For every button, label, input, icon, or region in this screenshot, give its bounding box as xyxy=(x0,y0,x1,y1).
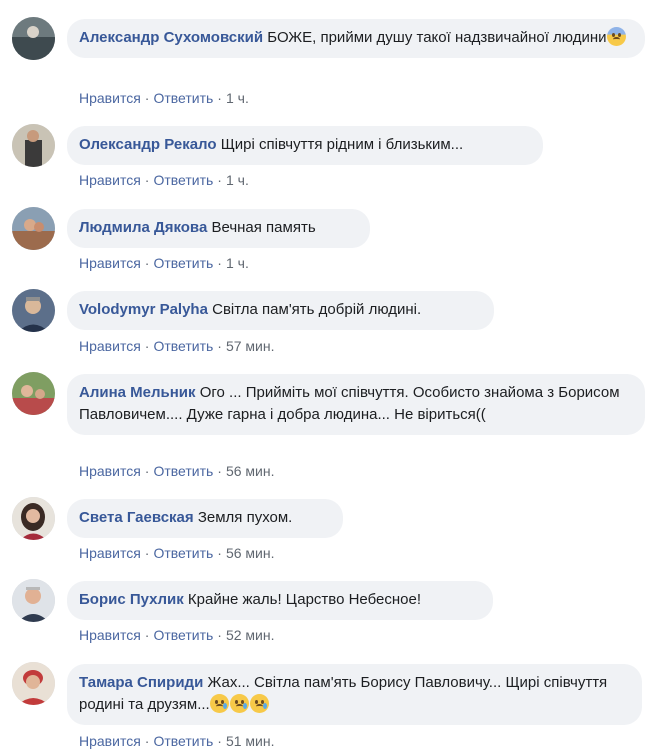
like-link[interactable]: Нравится xyxy=(79,463,141,479)
comment-author[interactable]: Людмила Дякова xyxy=(79,219,207,236)
comment-actions: Нравится · Ответить · 57 мин. xyxy=(79,338,275,354)
comment-actions: Нравится · Ответить · 52 мин. xyxy=(79,627,275,643)
comment-text: Світла пам'ять добрій людині. xyxy=(212,301,422,318)
like-link[interactable]: Нравится xyxy=(79,627,141,643)
comment-bubble: Людмила Дякова Вечная память xyxy=(67,209,370,248)
crying-face-emoji-icon xyxy=(249,694,269,713)
comment-time[interactable]: 1 ч. xyxy=(226,255,249,271)
reply-link[interactable]: Ответить xyxy=(153,90,213,106)
crying-face-emoji-icon xyxy=(209,694,229,713)
comment-actions: Нравится · Ответить · 1 ч. xyxy=(79,255,249,271)
comment-text: Вечная память xyxy=(211,219,316,236)
comment-text: Крайне жаль! Царство Небесное! xyxy=(187,591,421,608)
reply-link[interactable]: Ответить xyxy=(153,338,213,354)
like-link[interactable]: Нравится xyxy=(79,733,141,749)
comment-time[interactable]: 56 мин. xyxy=(226,545,275,561)
comment-time[interactable]: 51 мин. xyxy=(226,733,275,749)
previous-comment-actions-cut: · xyxy=(78,0,82,6)
avatar[interactable] xyxy=(12,662,55,705)
comment-bubble: Тамара Спириди Жах... Світла пам'ять Бор… xyxy=(67,664,642,725)
avatar[interactable] xyxy=(12,497,55,540)
reply-link[interactable]: Ответить xyxy=(153,627,213,643)
comment-author[interactable]: Борис Пухлик xyxy=(79,591,184,608)
comment-author[interactable]: Алина Мельник xyxy=(79,384,196,401)
comment-actions: Нравится · Ответить · 51 мин. xyxy=(79,733,275,749)
comment-actions: Нравится · Ответить · 56 мин. xyxy=(79,545,275,561)
comment-bubble: Борис Пухлик Крайне жаль! Царство Небесн… xyxy=(67,581,493,620)
reply-link[interactable]: Ответить xyxy=(153,733,213,749)
comment-author[interactable]: Александр Сухомовский xyxy=(79,29,263,46)
avatar[interactable] xyxy=(12,372,55,415)
comment-bubble: Света Гаевская Земля пухом. xyxy=(67,499,343,538)
reply-link[interactable]: Ответить xyxy=(153,463,213,479)
comment-text: БОЖЕ, прийми душу такої надзвичайної люд… xyxy=(267,29,607,46)
like-link[interactable]: Нравится xyxy=(79,172,141,188)
comment-time[interactable]: 57 мин. xyxy=(226,338,275,354)
avatar[interactable] xyxy=(12,124,55,167)
comment-author[interactable]: Тамара Спириди xyxy=(79,674,203,691)
comment-time[interactable]: 56 мин. xyxy=(226,463,275,479)
comment-bubble: Volodymyr Palyha Світла пам'ять добрій л… xyxy=(67,291,494,330)
crying-face-emoji-icon xyxy=(229,694,249,713)
comment-time[interactable]: 1 ч. xyxy=(226,172,249,188)
comment-time[interactable]: 52 мин. xyxy=(226,627,275,643)
like-link[interactable]: Нравится xyxy=(79,338,141,354)
avatar[interactable] xyxy=(12,579,55,622)
comment-text: Земля пухом. xyxy=(197,509,293,526)
comment-bubble: Алина Мельник Ого ... Прийміть мої співч… xyxy=(67,374,645,435)
like-link[interactable]: Нравится xyxy=(79,90,141,106)
comment-text: Щирі співчуття рідним і близьким... xyxy=(220,136,464,153)
like-link[interactable]: Нравится xyxy=(79,545,141,561)
comment-bubble: Александр Сухомовский БОЖЕ, прийми душу … xyxy=(67,19,645,58)
comment-author[interactable]: Света Гаевская xyxy=(79,509,194,526)
avatar[interactable] xyxy=(12,17,55,60)
comment-author[interactable]: Volodymyr Palyha xyxy=(79,301,208,318)
fearful-face-emoji-icon xyxy=(606,27,626,46)
like-link[interactable]: Нравится xyxy=(79,255,141,271)
comment-actions: Нравится · Ответить · 1 ч. xyxy=(79,90,249,106)
comment-author[interactable]: Олександр Рекало xyxy=(79,136,217,153)
reply-link[interactable]: Ответить xyxy=(153,172,213,188)
reply-link[interactable]: Ответить xyxy=(153,545,213,561)
reply-link[interactable]: Ответить xyxy=(153,255,213,271)
comment-bubble: Олександр Рекало Щирі співчуття рідним і… xyxy=(67,126,543,165)
avatar[interactable] xyxy=(12,289,55,332)
comment-actions: Нравится · Ответить · 1 ч. xyxy=(79,172,249,188)
avatar[interactable] xyxy=(12,207,55,250)
comment-time[interactable]: 1 ч. xyxy=(226,90,249,106)
comment-actions: Нравится · Ответить · 56 мин. xyxy=(79,463,275,479)
